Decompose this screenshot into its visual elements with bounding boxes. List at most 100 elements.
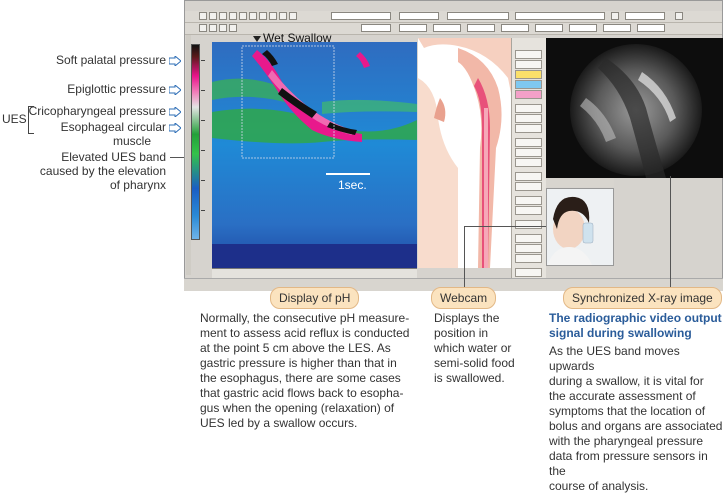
arrow-right-icon	[169, 107, 181, 117]
toolbar-button[interactable]	[199, 12, 207, 20]
control-button[interactable]	[515, 104, 542, 113]
ph-line: gastric pressure is higher than that in	[200, 356, 397, 370]
toolbar-field[interactable]	[361, 24, 391, 32]
ph-line: UES led by a swallow occurs.	[200, 416, 358, 430]
ph-line: ment to assess acid reflux is conducted	[200, 326, 410, 340]
arrow-right-icon	[169, 85, 181, 95]
toolbar-dropdown[interactable]	[331, 12, 391, 20]
xray-line: bolus and organs are associated	[549, 419, 723, 433]
xray-heading: The radiographic video output signal dur…	[549, 311, 723, 341]
control-button[interactable]	[515, 70, 542, 79]
label-esophageal-circular: Esophageal circular	[60, 120, 166, 134]
time-scale-label: 1sec.	[338, 178, 367, 192]
tag-synchronized-xray: Synchronized X-ray image	[563, 287, 722, 309]
toolbar-field[interactable]	[535, 24, 563, 32]
control-button[interactable]	[515, 138, 542, 147]
xray-line: with the pharyngeal pressure	[549, 434, 704, 448]
toolbar-button[interactable]	[259, 12, 267, 20]
label-cricopharyngeal-pressure: Cricopharyngeal pressure	[28, 104, 166, 118]
xray-line: the accurate assessment of	[549, 389, 696, 403]
control-button[interactable]	[515, 90, 542, 99]
anatomy-graphic	[418, 38, 512, 268]
webcam-line: which water or	[434, 341, 512, 355]
webcam-line: position in	[434, 326, 489, 340]
label-epiglottic-pressure: Epiglottic pressure	[67, 82, 166, 96]
ph-line: Normally, the consecutive pH measure-	[200, 311, 410, 325]
scale-tick	[201, 150, 205, 151]
xray-heading-line: signal during swallowing	[549, 326, 692, 340]
control-button[interactable]	[515, 244, 542, 253]
toolbar-field[interactable]	[603, 24, 631, 32]
toolbar-field[interactable]	[625, 12, 665, 20]
xray-line: symptoms that the location of	[549, 404, 706, 418]
toolbar-button[interactable]	[229, 12, 237, 20]
label-esophageal-muscle: muscle	[112, 134, 151, 148]
webcam-toolbar	[546, 178, 614, 187]
control-button[interactable]	[515, 80, 542, 89]
xray-line: data from pressure sensors in the	[549, 449, 708, 478]
toolbar-button[interactable]	[269, 12, 277, 20]
toolbar-field[interactable]	[447, 12, 509, 20]
tag-display-of-ph: Display of pH	[270, 287, 360, 309]
toolbar-button[interactable]	[209, 24, 217, 32]
ph-line: that gastric acid flows back to esopha-	[200, 386, 404, 400]
toolbar-field[interactable]	[569, 24, 597, 32]
webcam-graphic	[547, 189, 613, 265]
toolbar-row-1	[185, 11, 722, 23]
xray-line: course of analysis.	[549, 479, 649, 493]
toolbar-button[interactable]	[239, 12, 247, 20]
control-panel	[511, 38, 546, 290]
control-button[interactable]	[515, 124, 542, 133]
toolbar-button[interactable]	[219, 24, 227, 32]
webcam-leader	[464, 226, 465, 288]
toolbar-field[interactable]	[399, 24, 427, 32]
scale-tick	[201, 210, 205, 211]
scale-tick	[201, 180, 205, 181]
toolbar-button[interactable]	[209, 12, 217, 20]
toolbar-button[interactable]	[229, 24, 237, 32]
control-button[interactable]	[515, 50, 542, 59]
toolbar-field[interactable]	[515, 12, 605, 20]
control-button[interactable]	[515, 220, 542, 229]
pressure-topography-plot[interactable]	[212, 42, 417, 270]
control-button[interactable]	[515, 114, 542, 123]
webcam-description: Displays the position in which water or …	[434, 311, 534, 386]
toolbar-button[interactable]	[289, 12, 297, 20]
label-ues: UES	[2, 112, 27, 126]
control-button[interactable]	[515, 60, 542, 69]
toolbar-button[interactable]	[675, 12, 683, 20]
label-soft-palatal-pressure: Soft palatal pressure	[55, 53, 166, 67]
control-button[interactable]	[515, 254, 542, 263]
toolbar-field[interactable]	[637, 24, 665, 32]
xray-leader	[670, 176, 671, 288]
control-button[interactable]	[515, 196, 542, 205]
xray-graphic	[546, 38, 723, 178]
control-button[interactable]	[515, 158, 542, 167]
control-button[interactable]	[515, 148, 542, 157]
toolbar-field[interactable]	[433, 24, 461, 32]
ph-line: gus when the opening (relaxation) of	[200, 401, 395, 415]
scale-tick	[201, 60, 205, 61]
toolbar-field[interactable]	[399, 12, 439, 20]
control-button[interactable]	[515, 268, 542, 277]
toolbar-field[interactable]	[467, 24, 495, 32]
ph-description: Normally, the consecutive pH measure- me…	[200, 311, 426, 431]
toolbar-button[interactable]	[219, 12, 227, 20]
triangle-down-icon	[253, 36, 261, 42]
scale-tick	[201, 90, 205, 91]
toolbar-field[interactable]	[501, 24, 529, 32]
label-elevated-ues-2: caused by the elevation	[39, 164, 166, 178]
toolbar-button[interactable]	[249, 12, 257, 20]
xray-video-view[interactable]	[546, 38, 723, 178]
webcam-view[interactable]	[546, 188, 614, 266]
toolbar-button[interactable]	[611, 12, 619, 20]
control-button[interactable]	[515, 206, 542, 215]
toolbar-button[interactable]	[199, 24, 207, 32]
control-button[interactable]	[515, 234, 542, 243]
tag-webcam: Webcam	[431, 287, 497, 309]
toolbar-button[interactable]	[279, 12, 287, 20]
webcam-line: is swallowed.	[434, 371, 505, 385]
topography-graphic	[212, 42, 417, 270]
control-button[interactable]	[515, 182, 542, 191]
control-button[interactable]	[515, 172, 542, 181]
